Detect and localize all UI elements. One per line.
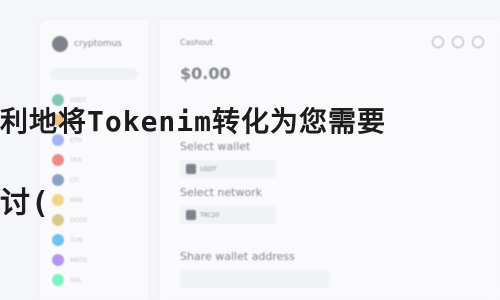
coin-item[interactable]: TON — [52, 230, 88, 250]
coin-item[interactable]: BNB — [52, 190, 88, 210]
coin-item[interactable]: SOL — [52, 270, 88, 290]
coin-icon — [52, 174, 64, 186]
network-select[interactable]: TRC20 — [180, 206, 276, 224]
overlay-text-line-2: 讨( — [0, 186, 51, 221]
balance-value: $0.00 — [180, 64, 231, 83]
coin-item[interactable]: DOGE — [52, 210, 88, 230]
brand: cryptomus — [52, 36, 122, 52]
coin-icon — [52, 154, 64, 166]
coin-item[interactable]: LTC — [52, 170, 88, 190]
coin-name: BNB — [70, 196, 83, 204]
coin-icon — [52, 194, 64, 206]
coin-name: TRX — [70, 156, 82, 164]
info-icon[interactable] — [432, 36, 444, 48]
coin-icon — [52, 214, 64, 226]
page-title: Cashout — [180, 38, 213, 47]
close-icon[interactable] — [472, 36, 484, 48]
brand-name: cryptomus — [74, 39, 122, 49]
network-icon — [186, 210, 196, 220]
coin-icon — [52, 254, 64, 266]
search-input[interactable] — [50, 68, 138, 80]
top-icons — [432, 36, 484, 48]
settings-icon[interactable] — [452, 36, 464, 48]
wallet-select[interactable]: USDT — [180, 160, 276, 178]
wallet-icon — [186, 164, 196, 174]
coin-item[interactable]: MATIC — [52, 250, 88, 270]
coin-name: SOL — [70, 276, 82, 284]
sidebar: cryptomus USDT BTC ETH TRX LTC BNB DOGE … — [40, 20, 148, 300]
coin-name: MATIC — [70, 256, 89, 264]
main-panel: Cashout $0.00 Select wallet USDT Select … — [160, 20, 500, 300]
coin-icon — [52, 234, 64, 246]
share-wallet-label: Share wallet address — [180, 250, 295, 263]
select-network-label: Select network — [180, 186, 263, 199]
select-wallet-label: Select wallet — [180, 140, 251, 153]
overlay-text-line-1: 利地将Tokenim转化为您需要 — [0, 105, 387, 138]
logo-icon — [52, 36, 68, 52]
coin-name: DOGE — [70, 216, 88, 224]
coin-item[interactable]: TRX — [52, 150, 88, 170]
wallet-value: USDT — [200, 165, 217, 173]
network-value: TRC20 — [200, 211, 220, 219]
background-app: cryptomus USDT BTC ETH TRX LTC BNB DOGE … — [0, 0, 500, 300]
coin-name: TON — [70, 236, 83, 244]
wallet-address-field[interactable] — [180, 270, 330, 288]
coin-name: LTC — [70, 176, 81, 184]
coin-icon — [52, 274, 64, 286]
